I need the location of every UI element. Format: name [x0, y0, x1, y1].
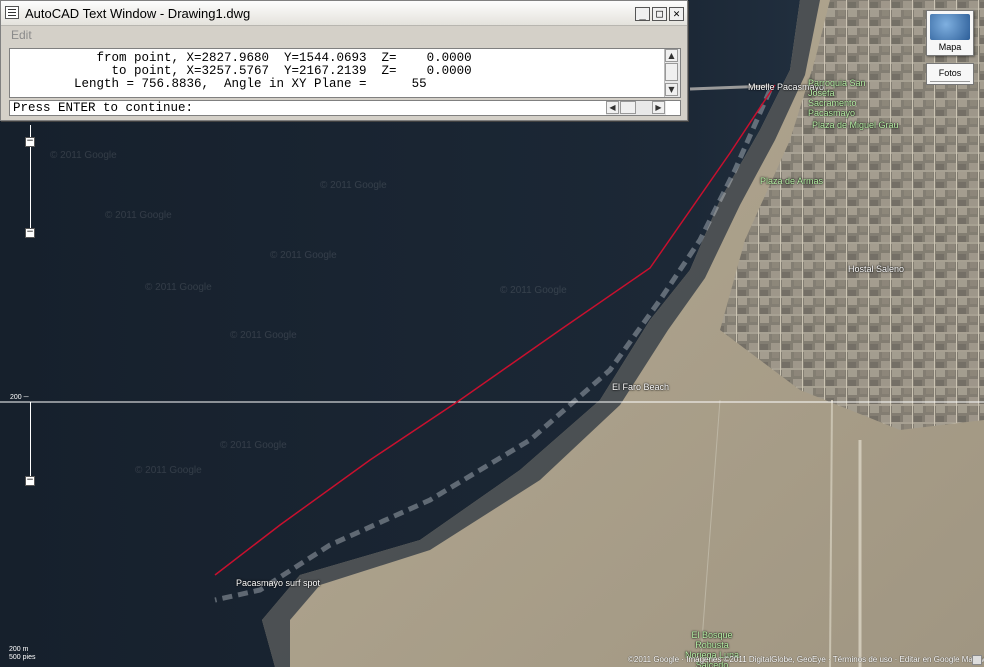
map-label-parroquia[interactable]: Parroquia San Josefa Sacramento Pacasmay…	[808, 78, 878, 118]
map-label-surf-spot[interactable]: Pacasmayo surf spot	[236, 578, 320, 588]
zoom-out-button[interactable]: −	[25, 228, 35, 238]
map-attribution[interactable]: ©2011 Google · Imágenes ©2011 DigitalGlo…	[628, 655, 984, 664]
scroll-right-icon[interactable]: ▶	[652, 101, 665, 114]
map-watermark: © 2011 Google	[320, 180, 387, 191]
scroll-up-icon[interactable]: ▲	[665, 49, 678, 62]
scroll-down-icon[interactable]: ▼	[665, 83, 678, 96]
zoom-track-lower[interactable]	[30, 402, 31, 482]
map-label-plaza-armas[interactable]: Plaza de Armas	[760, 176, 823, 186]
map-watermark: © 2011 Google	[50, 150, 117, 161]
menu-edit[interactable]: Edit	[11, 28, 32, 42]
map-watermark: © 2011 Google	[145, 282, 212, 293]
scale-metric: 200 m	[9, 646, 29, 653]
minimize-button[interactable]: _	[635, 7, 650, 21]
map-label-hostal[interactable]: Hostal Saleno	[848, 264, 904, 274]
map-type-label: Mapa	[938, 42, 962, 52]
hscroll-thumb[interactable]	[620, 101, 636, 114]
map-label-el-faro[interactable]: El Faro Beach	[612, 382, 669, 392]
ruler-label: 200 ─	[10, 394, 29, 401]
map-watermark: © 2011 Google	[135, 465, 202, 476]
map-watermark: © 2011 Google	[105, 210, 172, 221]
menu-bar: Edit	[1, 26, 687, 44]
scroll-left-icon[interactable]: ◀	[606, 101, 619, 114]
photos-button[interactable]: Fotos	[926, 63, 974, 85]
autocad-text-window[interactable]: AutoCAD Text Window - Drawing1.dwg _ □ ✕…	[0, 0, 688, 121]
title-bar[interactable]: AutoCAD Text Window - Drawing1.dwg _ □ ✕	[1, 1, 687, 26]
map-watermark: © 2011 Google	[270, 250, 337, 261]
map-watermark: © 2011 Google	[500, 285, 567, 296]
close-button[interactable]: ✕	[669, 7, 684, 21]
maximize-button[interactable]: □	[652, 7, 667, 21]
globe-icon	[930, 14, 970, 40]
horizontal-scrollbar[interactable]: ◀ ▶	[606, 101, 666, 115]
scale-imperial: 500 pies	[9, 654, 36, 661]
app-icon[interactable]	[5, 6, 19, 19]
scale-bar: 200 m 500 pies	[5, 646, 65, 662]
command-prompt: Press ENTER to continue:	[13, 101, 194, 115]
map-watermark: © 2011 Google	[220, 440, 287, 451]
map-type-button[interactable]: Mapa	[926, 10, 974, 56]
command-history[interactable]: from point, X=2827.9680 Y=1544.0693 Z= 0…	[9, 48, 681, 98]
history-line-3: Length = 756.8836, Angle in XY Plane = 5…	[14, 77, 427, 91]
map-watermark: © 2011 Google	[230, 330, 297, 341]
command-line[interactable]: Press ENTER to continue: ◀ ▶	[9, 100, 681, 116]
resize-grip-icon[interactable]	[972, 655, 982, 665]
window-title: AutoCAD Text Window - Drawing1.dwg	[25, 6, 251, 21]
scroll-thumb[interactable]	[665, 63, 678, 81]
zoom-out-button-lower[interactable]: −	[25, 476, 35, 486]
map-label-plaza-grau[interactable]: Plaza de Miguel Grau	[812, 120, 899, 130]
zoom-handle[interactable]: −	[25, 137, 35, 147]
vertical-scrollbar[interactable]: ▲ ▼	[664, 49, 680, 97]
